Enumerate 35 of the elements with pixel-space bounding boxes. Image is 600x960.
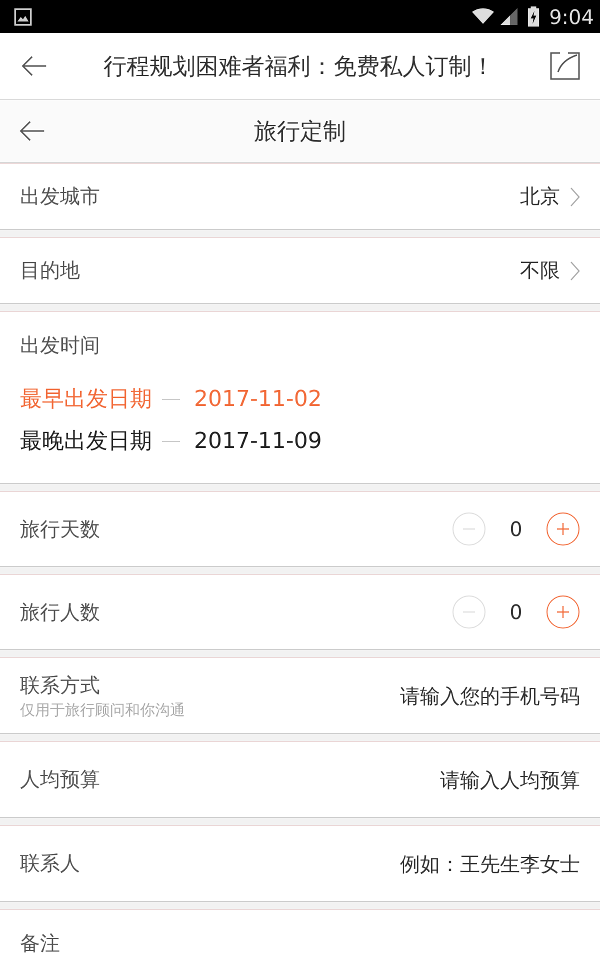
- row-label: 联系人: [20, 850, 80, 877]
- plus-button[interactable]: [546, 512, 580, 546]
- page-title: 旅行定制: [253, 118, 347, 146]
- chevron-right-icon: [570, 186, 580, 206]
- row-label: 人均预算: [20, 766, 100, 793]
- image-icon: [14, 8, 32, 26]
- row-label: 联系方式: [20, 672, 101, 698]
- back-arrow-icon[interactable]: [18, 119, 46, 143]
- input-field[interactable]: 请输入您的手机号码: [320, 684, 580, 708]
- row-label: 目的地: [20, 257, 80, 284]
- row-value: 不限: [520, 257, 560, 284]
- row-label: 出发城市: [20, 183, 100, 210]
- row-hint: 仅用于旅行顾问和你沟通: [20, 700, 185, 720]
- row-label: 出发时间: [20, 332, 100, 359]
- count-value: 0: [508, 600, 524, 624]
- select-row[interactable]: 目的地 不限: [0, 237, 600, 304]
- row-value: 北京: [520, 183, 560, 210]
- battery-icon: [528, 6, 540, 27]
- row-label: 旅行人数: [20, 598, 100, 626]
- input-field[interactable]: 例如：王先生李女士: [320, 852, 580, 876]
- signal-icon: [498, 8, 520, 25]
- select-row[interactable]: 出发城市 北京: [0, 163, 600, 230]
- count-value: 0: [508, 517, 524, 541]
- app-title: 行程规划困难者福利：免费私人订制！: [102, 52, 496, 82]
- chevron-right-icon: [570, 260, 580, 280]
- row-label: 旅行天数: [20, 516, 100, 542]
- wifi-icon: [472, 8, 494, 25]
- clock: 9:04: [549, 4, 594, 28]
- date-label[interactable]: 最晚出发日期: [20, 426, 152, 456]
- plus-button[interactable]: [546, 595, 580, 629]
- row-label: 备注: [20, 930, 60, 957]
- share-icon[interactable]: [550, 52, 580, 80]
- input-field[interactable]: 请输入人均预算: [320, 768, 580, 792]
- date-value[interactable]: 2017-11-09: [194, 428, 322, 454]
- back-arrow-icon[interactable]: [20, 54, 48, 78]
